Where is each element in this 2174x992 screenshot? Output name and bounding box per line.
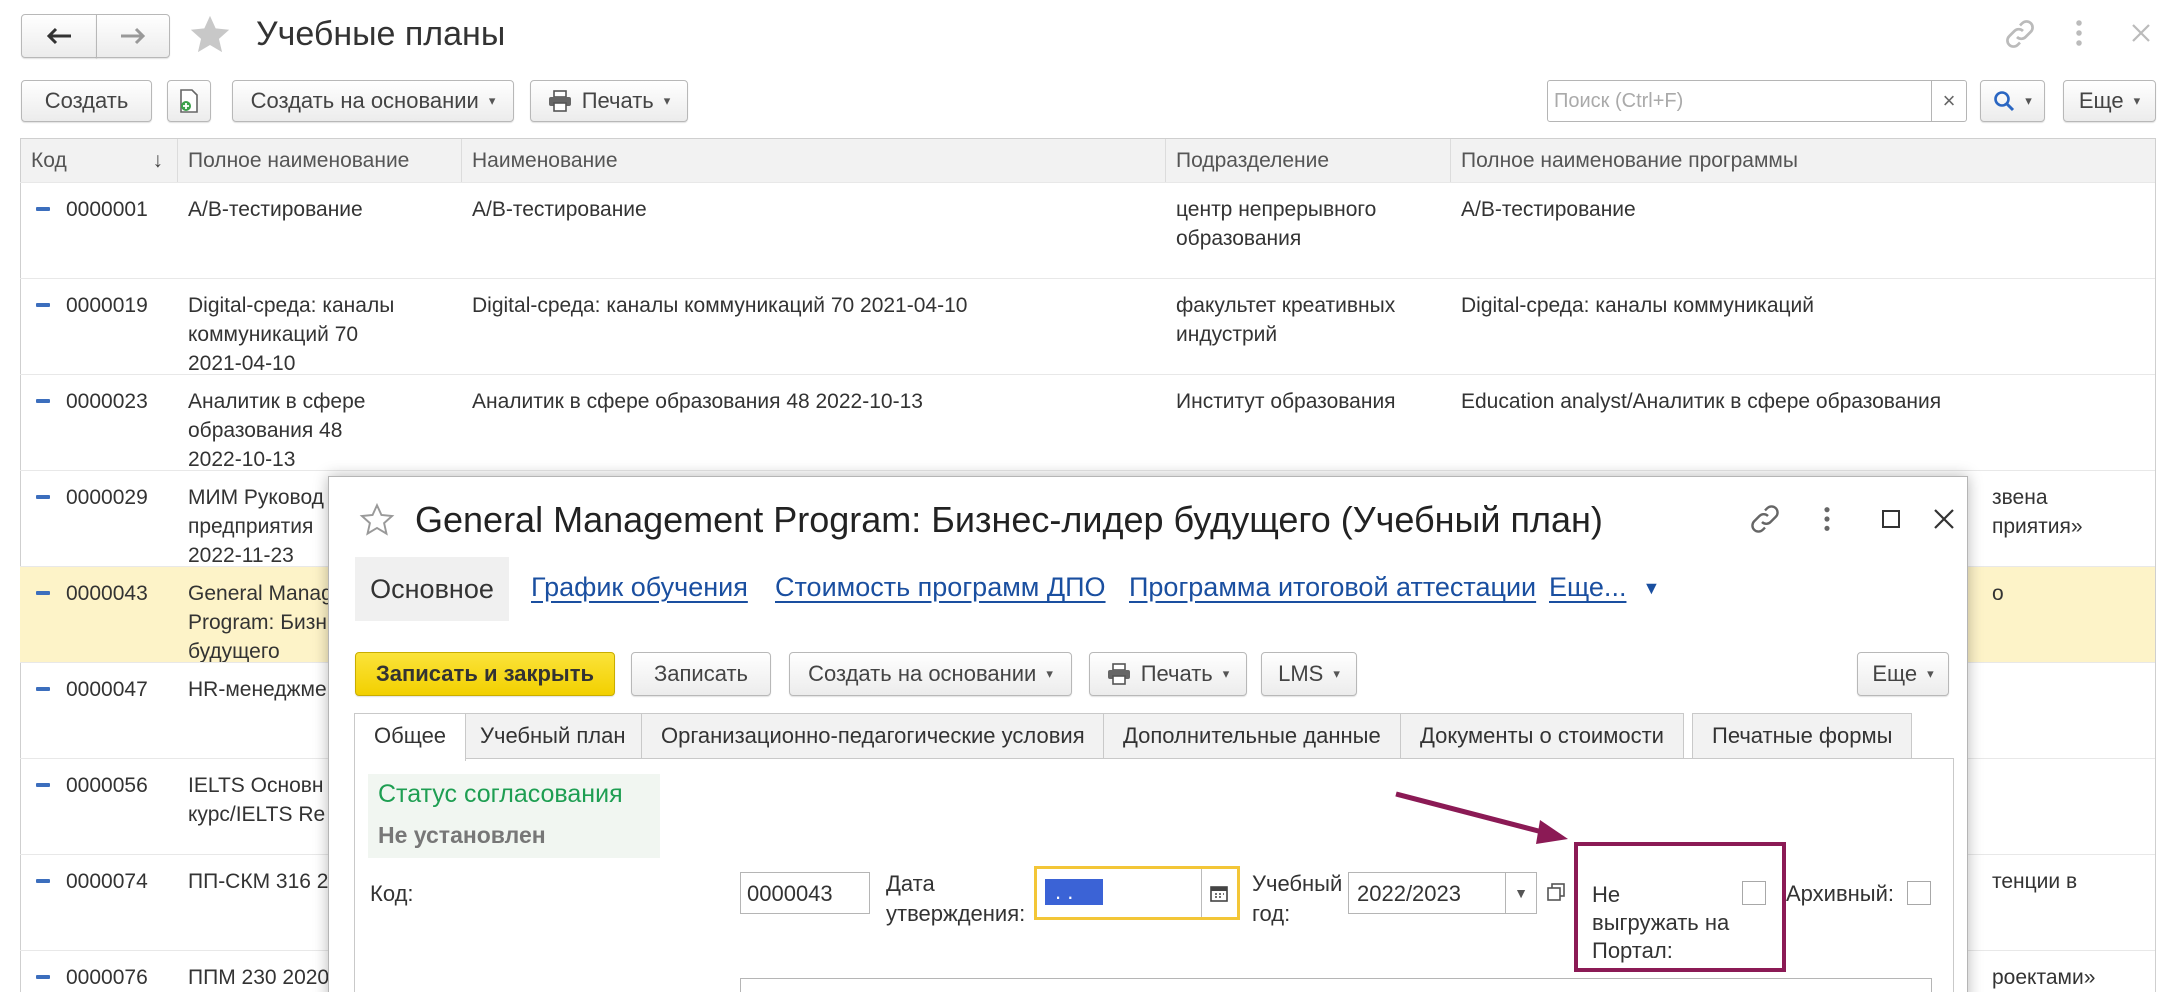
column-header-department[interactable]: Подразделение <box>1166 139 1451 183</box>
more-vertical-icon[interactable] <box>1821 505 1833 533</box>
link-icon[interactable] <box>1747 501 1783 537</box>
column-header-program[interactable]: Полное наименование программы <box>1451 139 2155 183</box>
favorite-star-icon[interactable] <box>359 503 395 537</box>
tab-curriculum[interactable]: Учебный план <box>460 713 646 759</box>
tab-additional-data[interactable]: Дополнительные данные <box>1103 713 1401 759</box>
approval-status-value: Не установлен <box>378 822 546 848</box>
item-marker-icon <box>36 591 50 595</box>
arrow-right-icon <box>121 27 146 45</box>
column-header-code[interactable]: Код ↓ <box>21 139 178 183</box>
approval-date-label: Дата утверждения: <box>886 871 1026 926</box>
approval-status-label: Статус согласования <box>378 780 623 808</box>
archive-label: Архивный: <box>1786 881 1895 906</box>
open-icon[interactable] <box>1546 882 1566 902</box>
code-label: Код: <box>370 881 414 906</box>
search-input[interactable]: Поиск (Ctrl+F) <box>1547 80 1932 122</box>
favorite-star-icon[interactable] <box>188 14 232 56</box>
item-marker-icon <box>36 207 50 211</box>
tab-print-forms[interactable]: Печатные формы <box>1692 713 1913 759</box>
document-plus-icon <box>180 89 198 113</box>
tab-conditions[interactable]: Организационно-педагогические условия <box>641 713 1105 759</box>
chevron-down-icon: ▾ <box>1046 666 1053 681</box>
tab-cost-documents[interactable]: Документы о стоимости <box>1400 713 1684 759</box>
nav-link-more[interactable]: Еще... ▼ <box>1549 572 1660 603</box>
chevron-down-icon: ▼ <box>1514 885 1528 901</box>
save-and-close-button[interactable]: Записать и закрыть <box>355 652 615 696</box>
link-icon[interactable] <box>2002 16 2038 52</box>
table-row[interactable]: 0000023 Аналитик в сфере образования 48 … <box>20 374 2155 471</box>
full-name-field[interactable] <box>740 978 1932 992</box>
more-vertical-icon[interactable] <box>2072 18 2086 48</box>
highlight-box <box>1574 842 1786 972</box>
chevron-down-icon: ▾ <box>1927 666 1934 681</box>
item-marker-icon <box>36 975 50 979</box>
item-marker-icon <box>36 399 50 403</box>
table-row[interactable]: 0000019 Digital-среда: каналы коммуникац… <box>20 278 2155 375</box>
item-marker-icon <box>36 687 50 691</box>
create-based-on-button[interactable]: Создать на основании ▾ <box>232 80 514 122</box>
search-button[interactable]: ▾ <box>1980 80 2045 122</box>
archive-checkbox[interactable] <box>1907 881 1931 905</box>
arrow-left-icon <box>46 27 71 45</box>
search-clear-button[interactable]: × <box>1931 80 1967 122</box>
nav-link-certification[interactable]: Программа итоговой аттестации <box>1129 572 1536 603</box>
save-button[interactable]: Записать <box>631 652 771 696</box>
code-field[interactable]: 0000043 <box>740 872 870 914</box>
printer-icon <box>1107 663 1130 685</box>
print-button[interactable]: Печать ▾ <box>1089 652 1247 696</box>
chevron-down-icon: ▾ <box>2025 93 2032 108</box>
copy-button[interactable] <box>167 80 211 122</box>
back-button[interactable] <box>21 14 97 58</box>
item-marker-icon <box>36 783 50 787</box>
annotation-arrow <box>1395 791 1568 844</box>
dialog-title: General Management Program: Бизнес-лидер… <box>415 499 1603 540</box>
create-button[interactable]: Создать <box>21 80 152 122</box>
chevron-down-icon: ▾ <box>488 93 496 108</box>
print-button[interactable]: Печать ▾ <box>530 80 688 122</box>
close-icon[interactable] <box>1932 507 1956 531</box>
item-marker-icon <box>36 879 50 883</box>
maximize-icon[interactable] <box>1881 509 1901 529</box>
item-marker-icon <box>36 303 50 307</box>
chevron-down-icon: ▾ <box>1333 666 1340 681</box>
more-button[interactable]: Еще ▾ <box>1857 652 1949 696</box>
table-header: Код ↓ Полное наименование Наименование По… <box>21 139 2155 183</box>
academic-year-field[interactable]: 2022/2023 <box>1348 872 1506 914</box>
item-marker-icon <box>36 495 50 499</box>
printer-icon <box>548 90 571 112</box>
nav-link-cost[interactable]: Стоимость программ ДПО <box>775 572 1106 603</box>
close-icon[interactable] <box>2130 22 2152 44</box>
lms-button[interactable]: LMS ▾ <box>1261 652 1357 696</box>
page-title: Учебные планы <box>256 15 506 53</box>
chevron-down-icon: ▾ <box>1222 666 1230 681</box>
more-button[interactable]: Еще ▾ <box>2063 80 2156 122</box>
search-icon <box>1994 91 2015 112</box>
column-header-name[interactable]: Наименование <box>462 139 1166 183</box>
create-based-on-button[interactable]: Создать на основании ▾ <box>789 652 1072 696</box>
nav-link-schedule[interactable]: График обучения <box>531 572 748 603</box>
forward-button[interactable] <box>96 14 170 58</box>
academic-year-dropdown-button[interactable]: ▼ <box>1505 872 1537 914</box>
tab-general[interactable]: Общее <box>354 713 467 761</box>
chevron-down-icon: ▼ <box>1642 578 1661 599</box>
chevron-down-icon: ▾ <box>2133 93 2141 108</box>
sort-desc-icon: ↓ <box>152 149 164 172</box>
table-row[interactable]: 0000001 А/В-тестирование А/В-тестировани… <box>20 182 2155 278</box>
academic-year-label: Учебный год: <box>1252 871 1343 926</box>
nav-main-tab[interactable]: Основное <box>355 557 509 621</box>
approval-date-field[interactable]: . . <box>1034 866 1240 920</box>
column-header-full-name[interactable]: Полное наименование <box>178 139 462 183</box>
chevron-down-icon: ▾ <box>663 93 671 108</box>
calendar-icon[interactable] <box>1209 883 1229 903</box>
